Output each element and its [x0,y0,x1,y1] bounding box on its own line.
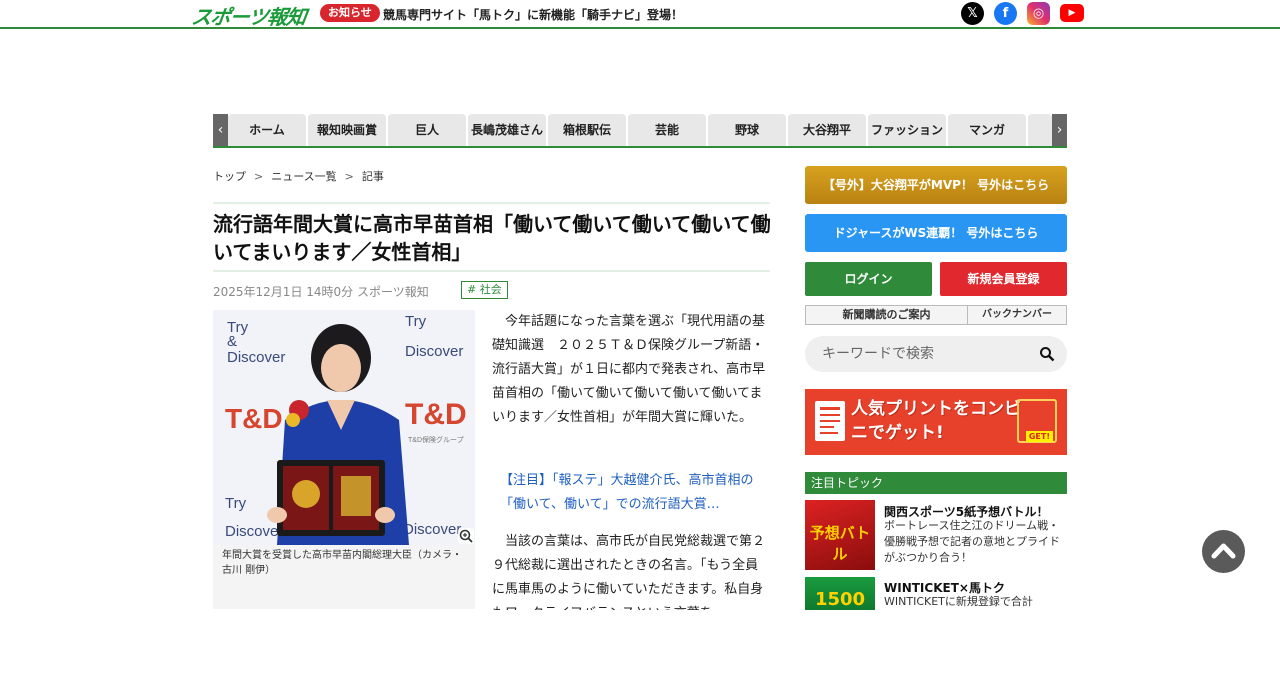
topic-description: WINTICKETに新規登録で合計 [884,595,1033,608]
extra-edition-dodgers-button[interactable]: ドジャースがWS連覇！ 号外はこちら [805,214,1067,252]
breadcrumb-current: 記事 [361,170,384,183]
nav-item-ohtani[interactable]: 大谷翔平 [788,114,866,146]
breadcrumb: トップ > ニュース一覧 > 記事 [213,168,384,184]
search-box [805,336,1067,372]
article-headline: 流行語年間大賞に高市早苗首相「働いて働いて働いて働いて働いてまいります／女性首相… [213,212,771,264]
nav-item-giants[interactable]: 巨人 [388,114,466,146]
nav-prev-icon[interactable]: ‹ [213,114,228,146]
nav-item-nagashima[interactable]: 長嶋茂雄さん [468,114,546,146]
extra-edition-ohtani-button[interactable]: 【号外】大谷翔平がMVP！ 号外はこちら [805,166,1067,204]
article-paragraph: 今年話題になった言葉を選ぶ「現代用語の基礎知識選 ２０２５Ｔ＆Ｄ保険グループ新語… [492,314,766,425]
backdrop-text: Discover [225,523,283,540]
nav-item-film-award[interactable]: 報知映画賞 [308,114,386,146]
chevron-up-icon [1211,543,1236,559]
article-meta: 2025年12月1日 14時0分 スポーツ報知 [213,285,429,299]
nav-item-baseball[interactable]: 野球 [708,114,786,146]
article-paragraph: 当該の言葉は、高市氏が自民党総裁選で第２９代総裁に選出されたときの名言。「もう全… [492,534,766,610]
print-banner-text: 人気プリントをコンビニでゲット! [851,399,1021,443]
backdrop-text: Discover [405,343,463,360]
backdrop-logo: T&D [225,403,283,434]
backdrop-logo: T&D [405,398,467,431]
instagram-icon[interactable]: ◎ [1027,2,1050,25]
headline-rule [213,202,770,204]
category-tag[interactable]: # 社会 [461,281,508,299]
topic-thumbnail[interactable]: 予想バトル [805,500,875,570]
photo-illustration: Try & Discover Try Discover T&D T&D T&D保… [213,310,475,545]
backdrop-text: Discover [403,521,461,538]
nav-item-more[interactable] [1028,114,1052,146]
backdrop-text: & [227,333,237,350]
nav-next-icon[interactable]: › [1052,114,1067,146]
notice-link[interactable]: 競馬専門サイト「馬トク」に新機能「騎手ナビ」登場！ [383,6,683,23]
thumbnail-label: 予想バトル [809,524,871,563]
nav-item-manga[interactable]: マンガ [948,114,1026,146]
category-nav: ‹ ホーム 報知映画賞 巨人 長嶋茂雄さん 箱根駅伝 芸能 野球 大谷翔平 ファ… [213,114,1067,148]
site-logo[interactable]: スポーツ報知 [190,1,308,30]
ad-space [330,34,950,112]
nav-item-entertainment[interactable]: 芸能 [628,114,706,146]
article-photo[interactable]: Try & Discover Try Discover T&D T&D T&D保… [213,310,475,545]
facebook-icon[interactable]: f [994,2,1017,25]
search-icon[interactable] [1039,346,1055,362]
zoom-icon[interactable] [458,528,474,544]
nav-item-home[interactable]: ホーム [228,114,306,146]
backnumber-link[interactable]: バックナンバー [968,306,1066,324]
headline-rule [213,270,770,272]
signup-button[interactable]: 新規会員登録 [940,262,1067,296]
scroll-to-top-button[interactable] [1202,530,1245,573]
subscribe-link[interactable]: 新聞購読のご案内 [806,306,968,324]
backdrop-text: Try [405,313,427,330]
document-icon [815,401,845,441]
breadcrumb-top[interactable]: トップ [213,170,246,183]
breadcrumb-separator: > [254,170,264,183]
breadcrumb-separator: > [344,170,354,183]
topics-header: 注目トピック [805,472,1067,494]
backdrop-text: Try [225,495,247,512]
backdrop-text: Discover [227,349,285,366]
related-article-link[interactable]: 【注目】「報ステ」大越健介氏、高市首相の「働いて、働いて」での流行語大賞… [500,469,765,517]
login-button[interactable]: ログイン [805,262,932,296]
subscription-links: 新聞購読のご案内 バックナンバー [805,305,1067,325]
backdrop-text: T&D保険グループ [408,435,464,444]
get-badge: GET! [1025,431,1053,442]
photo-caption: 年間大賞を受賞した高市早苗内閣総理大臣（カメラ・古川 剛伊） [222,550,462,576]
notice-badge: お知らせ [320,4,380,22]
top-bar: スポーツ報知 お知らせ 競馬専門サイト「馬トク」に新機能「騎手ナビ」登場！ 𝕏 … [0,0,1280,29]
breadcrumb-news-list[interactable]: ニュース一覧 [271,170,336,183]
thumbnail-label: 1500 [814,589,866,610]
topic-thumbnail[interactable]: 1500 [805,577,875,610]
youtube-icon[interactable]: ▶ [1060,4,1084,22]
search-input[interactable] [822,344,1032,364]
x-icon[interactable]: 𝕏 [961,2,984,25]
nav-item-hakone[interactable]: 箱根駅伝 [548,114,626,146]
nav-item-fashion[interactable]: ファッション [868,114,946,146]
topic-description: ボートレース住之江のドリーム戦・優勝戦予想で記者の意地とプライドがぶつかり合う！ [884,519,1060,564]
convenience-print-banner[interactable]: 人気プリントをコンビニでゲット! GET! [805,389,1067,455]
